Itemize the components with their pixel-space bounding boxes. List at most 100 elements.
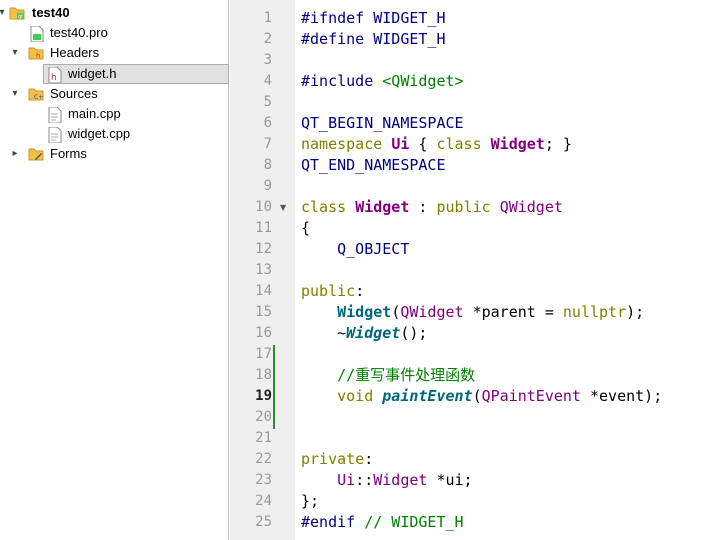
line-number: 19 xyxy=(255,388,272,404)
sources-folder-icon: C++ xyxy=(28,87,48,101)
line-number: 12 xyxy=(255,241,272,257)
line-number: 14 xyxy=(255,283,272,299)
code-token: class xyxy=(436,135,482,153)
code-line[interactable]: Ui::Widget *ui; xyxy=(301,470,472,491)
chevron-down-icon[interactable]: ▾ xyxy=(9,47,21,59)
line-number: 10 xyxy=(255,199,272,215)
code-token: public xyxy=(301,282,356,300)
svg-text:qt: qt xyxy=(18,14,23,20)
code-line[interactable]: }; xyxy=(301,491,319,512)
code-token: QWidget xyxy=(400,303,464,321)
code-token: { xyxy=(301,219,311,237)
code-line[interactable]: QT_BEGIN_NAMESPACE xyxy=(301,113,464,134)
line-number: 22 xyxy=(255,451,272,467)
code-token: // WIDGET_H xyxy=(355,513,464,531)
code-line[interactable]: ~Widget(); xyxy=(301,323,427,344)
code-line[interactable]: #define WIDGET_H xyxy=(301,29,446,50)
project-tree[interactable]: ▾ qt test40 test40.pro ▾ h Headers h wid… xyxy=(0,0,229,540)
code-token: #define WIDGET_H xyxy=(301,30,446,48)
tree-item-widget-h[interactable]: h widget.h xyxy=(0,64,229,84)
fold-marker-icon[interactable]: ▼ xyxy=(280,197,290,218)
code-line[interactable]: //重写事件处理函数 xyxy=(301,365,475,386)
line-number: 15 xyxy=(255,304,272,320)
chevron-down-icon[interactable]: ▾ xyxy=(9,88,21,100)
code-token: #ifndef WIDGET_H xyxy=(301,9,446,27)
code-token: ( xyxy=(391,303,401,321)
line-number: 21 xyxy=(255,430,272,446)
code-line[interactable]: namespace Ui { class Widget; } xyxy=(301,134,572,155)
code-token: nullptr xyxy=(562,303,627,321)
line-number: 1 xyxy=(263,10,272,26)
tree-item-forms[interactable]: ▸ Forms xyxy=(0,144,229,164)
line-number: 9 xyxy=(263,178,272,194)
tree-item-main-cpp[interactable]: main.cpp xyxy=(0,104,229,124)
code-token: QT_END_NAMESPACE xyxy=(301,156,446,174)
code-token: Widget xyxy=(337,303,392,321)
tree-label-forms: Forms xyxy=(50,146,87,161)
tree-label-pro-file: test40.pro xyxy=(50,25,108,40)
svg-text:h: h xyxy=(51,73,57,83)
code-token: #include xyxy=(301,72,383,90)
code-line[interactable]: #include <QWidget> xyxy=(301,71,464,92)
cpp-file-icon xyxy=(48,106,64,124)
tree-item-pro-file[interactable]: test40.pro xyxy=(0,23,229,43)
code-token: Widget xyxy=(373,471,428,489)
headers-folder-icon: h xyxy=(28,46,44,60)
code-token: QWidget xyxy=(499,198,563,216)
chevron-down-icon[interactable]: ▾ xyxy=(0,7,8,19)
code-token: ); xyxy=(626,303,645,321)
svg-text:C++: C++ xyxy=(34,94,44,101)
line-number: 8 xyxy=(263,157,272,173)
line-number: 3 xyxy=(263,52,272,68)
line-number: 7 xyxy=(263,136,272,152)
code-line[interactable]: void paintEvent(QPaintEvent *event); xyxy=(301,386,662,407)
qt-project-file-icon xyxy=(30,25,46,43)
chevron-right-icon[interactable]: ▸ xyxy=(9,148,21,160)
code-line[interactable]: public: xyxy=(301,281,364,302)
line-number: 17 xyxy=(255,346,272,362)
line-number-gutter[interactable]: 1 2 3 4 5 6 7 8 9 10 ▼ 11 12 13 14 15 16 17 18 19 20 21 22 23 24… xyxy=(230,0,295,540)
tree-item-sources[interactable]: ▾ C++ Sources xyxy=(0,84,229,104)
modified-lines-marker xyxy=(273,345,275,429)
line-number: 23 xyxy=(255,472,272,488)
code-token: Q_OBJECT xyxy=(301,240,410,258)
tree-label-sources: Sources xyxy=(50,86,98,101)
code-token: <QWidget> xyxy=(382,72,464,90)
code-token: ; } xyxy=(544,135,572,153)
line-number: 25 xyxy=(255,514,272,530)
qt-project-folder-icon: qt xyxy=(9,6,25,20)
code-line[interactable]: QT_END_NAMESPACE xyxy=(301,155,446,176)
code-token: Widget xyxy=(355,198,410,216)
code-line[interactable]: Q_OBJECT xyxy=(301,239,409,260)
svg-text:h: h xyxy=(36,52,40,60)
header-file-icon: h xyxy=(48,66,64,84)
line-number: 2 xyxy=(263,31,272,47)
line-number: 11 xyxy=(255,220,272,236)
code-token: Widget xyxy=(346,324,401,342)
code-token: :: xyxy=(355,471,374,489)
code-token: *parent = xyxy=(463,303,563,321)
code-line[interactable]: class Widget : public QWidget xyxy=(301,197,563,218)
code-line[interactable]: #ifndef WIDGET_H xyxy=(301,8,446,29)
code-line[interactable]: { xyxy=(301,218,310,239)
code-line[interactable]: Widget(QWidget *parent = nullptr); xyxy=(301,302,644,323)
code-token: : xyxy=(355,282,365,300)
tree-item-widget-cpp[interactable]: widget.cpp xyxy=(0,124,229,144)
code-token: QT_BEGIN_NAMESPACE xyxy=(301,114,464,132)
tree-item-headers[interactable]: ▾ h Headers xyxy=(0,43,229,63)
tree-label-widget-cpp: widget.cpp xyxy=(68,126,131,141)
code-editor[interactable]: 1 2 3 4 5 6 7 8 9 10 ▼ 11 12 13 14 15 16 17 18 19 20 21 22 23 24… xyxy=(230,0,720,540)
line-number: 4 xyxy=(263,73,272,89)
tree-item-root[interactable]: ▾ qt test40 xyxy=(0,3,229,23)
code-line[interactable]: #endif // WIDGET_H xyxy=(301,512,464,533)
code-line[interactable]: private: xyxy=(301,449,373,470)
line-number: 5 xyxy=(263,94,272,110)
code-token: ( xyxy=(472,387,482,405)
